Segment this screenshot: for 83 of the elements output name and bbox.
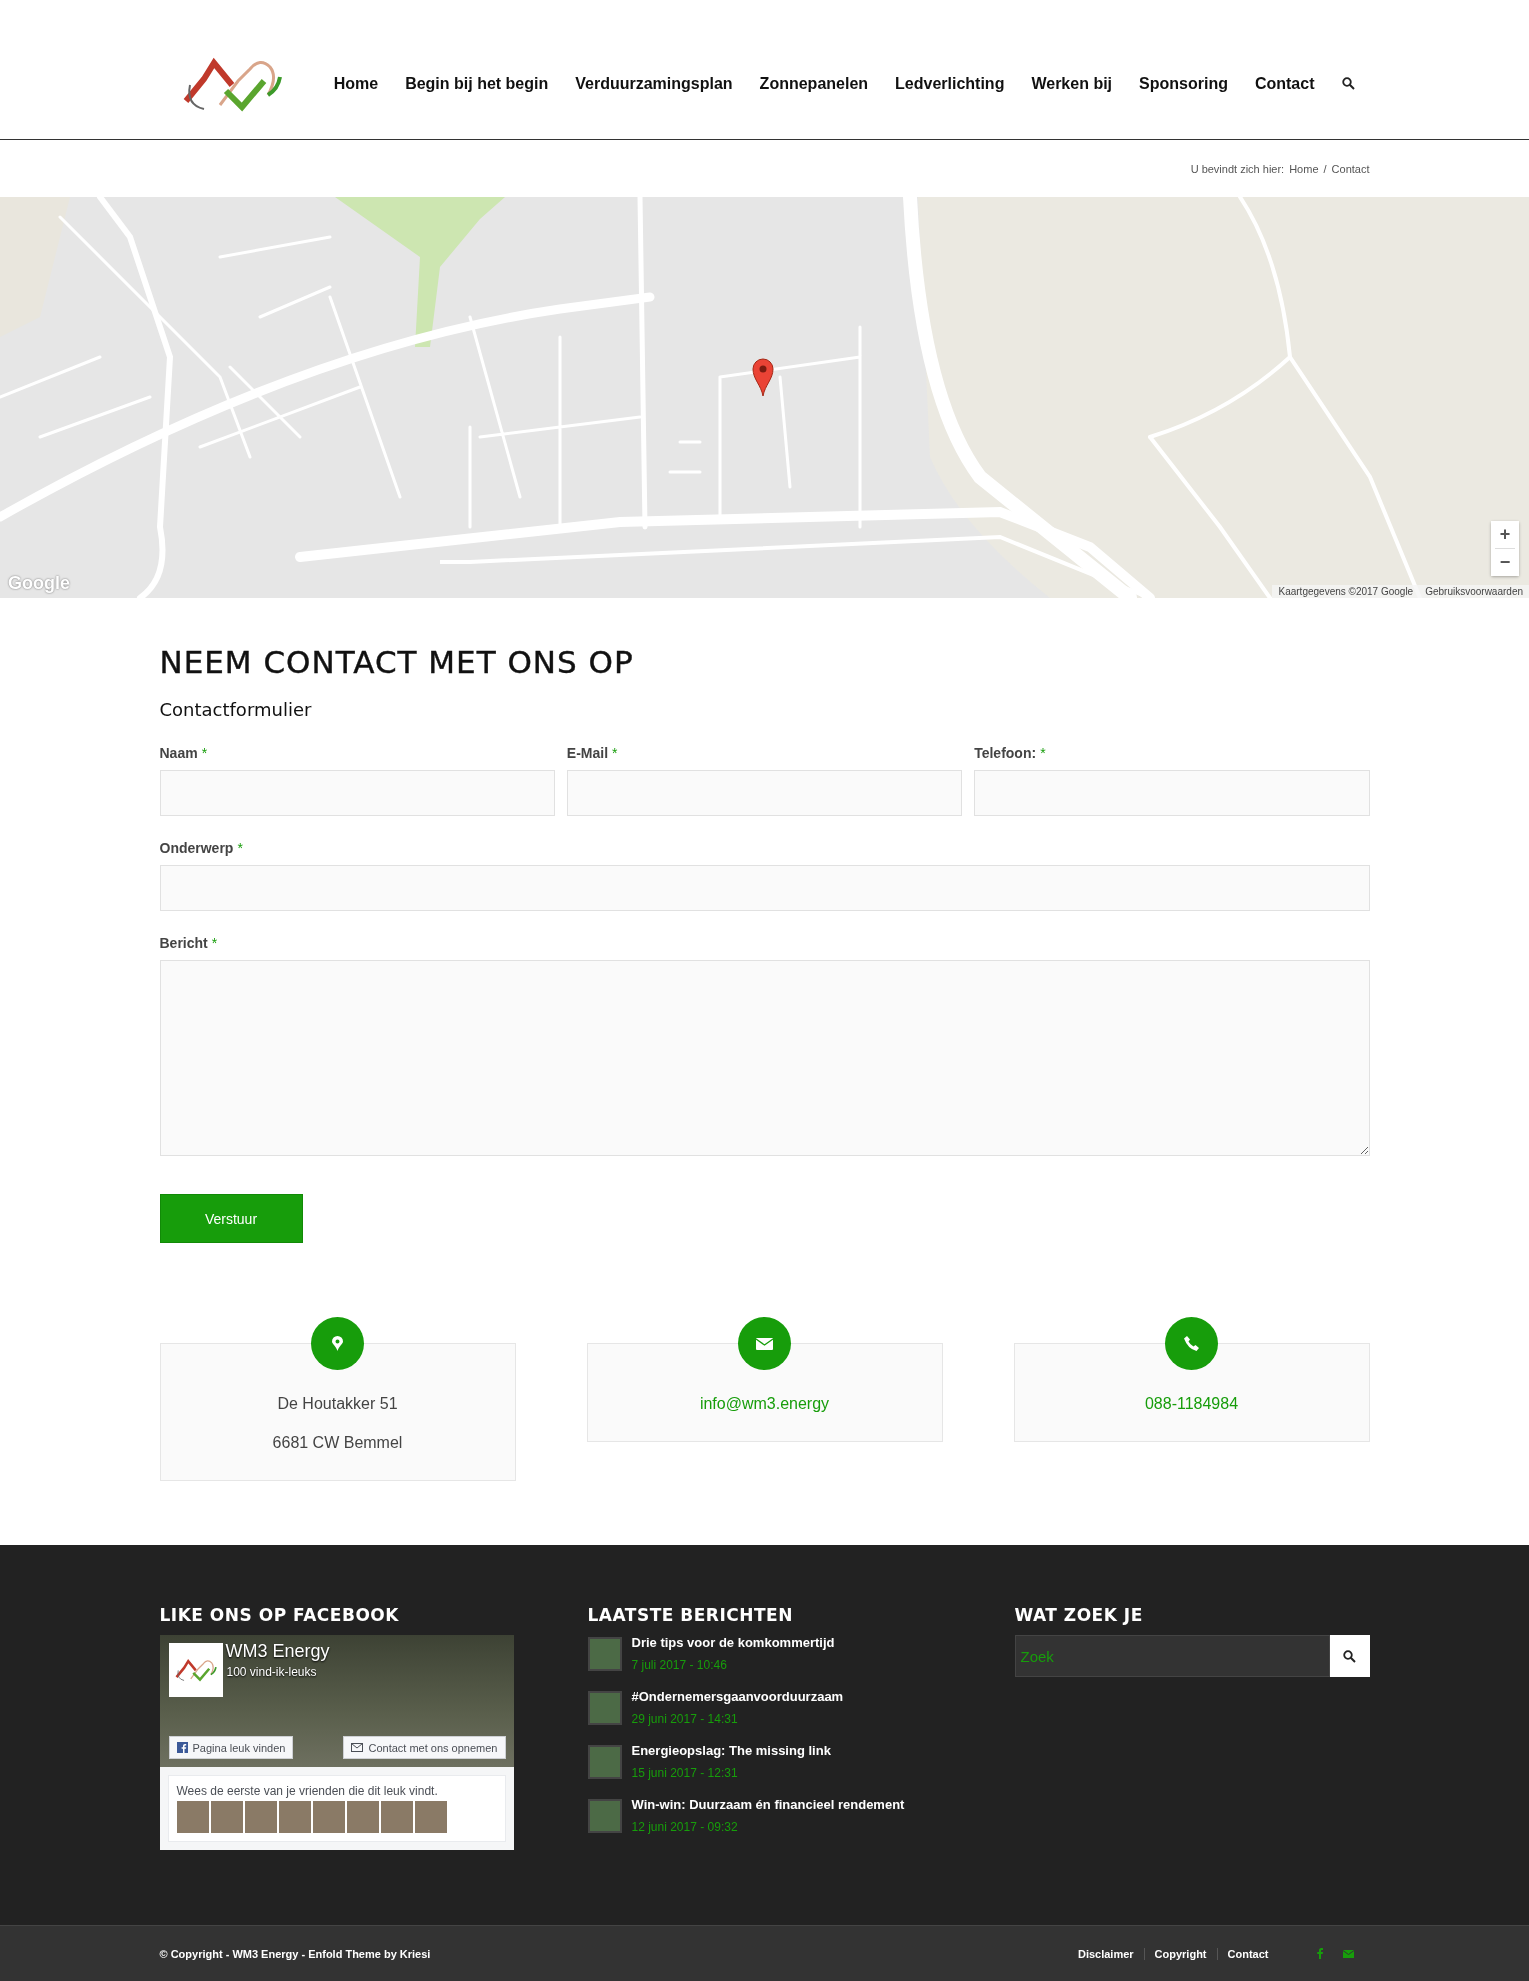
post-thumbnail-placeholder[interactable]	[587, 1799, 622, 1833]
friend-photo-placeholder[interactable]	[312, 1801, 345, 1833]
envelope-icon	[351, 1743, 364, 1752]
phone-icon	[1184, 1336, 1199, 1351]
map-pin-icon	[332, 1336, 343, 1351]
nav-link[interactable]: Sponsoring	[1139, 74, 1228, 93]
post-thumbnail-placeholder[interactable]	[587, 1637, 622, 1671]
logo-icon[interactable]	[173, 1657, 218, 1683]
required-mark: *	[1040, 745, 1046, 761]
map-attribution: Kaartgegevens ©2017 Google	[1278, 586, 1414, 597]
widget-title: WAT ZOEK JE	[1014, 1605, 1144, 1625]
footer-link[interactable]: Disclaimer	[1067, 1947, 1144, 1960]
post-link[interactable]: #Ondernemersgaanvoorduurzaam	[631, 1689, 844, 1704]
address-line: De Houtakker 51	[277, 1394, 398, 1414]
post-date: 12 juni 2017 - 09:32	[631, 1820, 739, 1834]
friend-photo-placeholder[interactable]	[244, 1801, 277, 1833]
field-label: Naam	[159, 745, 198, 761]
friend-photo-placeholder[interactable]	[210, 1801, 243, 1833]
field-label: E-Mail	[566, 745, 609, 761]
post-link[interactable]: Energieopslag: The missing link	[631, 1743, 831, 1758]
widget-title: LIKE ONS OP FACEBOOK	[159, 1605, 400, 1625]
widget-title: LAATSTE BERICHTEN	[587, 1605, 794, 1625]
post-link[interactable]: Win-win: Duurzaam én financieel rendement	[631, 1797, 905, 1812]
facebook-icon[interactable]	[1316, 1948, 1323, 1959]
search-icon[interactable]	[1343, 1649, 1356, 1663]
field-label: Bericht	[159, 935, 208, 951]
nav-link[interactable]: Werken bij	[1031, 74, 1113, 93]
search-button[interactable]	[1329, 1635, 1370, 1677]
nav-link[interactable]: Verduurzamingsplan	[575, 74, 733, 93]
page-name-link[interactable]: WM3 Energy	[225, 1641, 330, 1662]
input-field[interactable]	[159, 865, 1370, 911]
breadcrumb-label: U bevindt zich hier:	[1190, 162, 1285, 175]
nav-link[interactable]: Contact	[1254, 74, 1315, 93]
page-heading: NEEM CONTACT MET ONS OP	[159, 644, 635, 680]
email-link[interactable]: info@wm3.energy	[699, 1384, 830, 1423]
field-label: Telefoon:	[974, 745, 1037, 761]
zoom-out-button[interactable]: −	[1491, 549, 1519, 576]
friend-photo-placeholder[interactable]	[414, 1801, 447, 1833]
nav-link[interactable]: Ledverlichting	[895, 74, 1005, 93]
breadcrumb-link[interactable]: Home	[1289, 162, 1319, 175]
nav-link[interactable]: Home	[333, 74, 379, 93]
footer-link[interactable]: Copyright	[1143, 1947, 1217, 1960]
input-field[interactable]	[566, 770, 963, 816]
submit-button[interactable]: Verstuur	[159, 1194, 303, 1243]
friend-photo-placeholder[interactable]	[176, 1801, 209, 1833]
zoom-in-button[interactable]: +	[1491, 521, 1519, 548]
facebook-icon	[176, 1742, 188, 1753]
envelope-icon	[756, 1337, 773, 1350]
friend-photo-placeholder[interactable]	[278, 1801, 311, 1833]
copyright-text: © Copyright - WM3 Energy - Enfold Theme by Kriesi	[159, 1947, 431, 1960]
required-mark: *	[237, 840, 243, 856]
friend-photo-placeholder[interactable]	[346, 1801, 379, 1833]
map-logo: Google	[8, 573, 70, 594]
nav-link[interactable]: Zonnepanelen	[759, 74, 869, 93]
post-date: 15 juni 2017 - 12:31	[631, 1766, 739, 1780]
breadcrumb-link[interactable]: Contact	[1331, 162, 1370, 175]
footer-link[interactable]: Contact	[1216, 1947, 1279, 1960]
post-thumbnail-placeholder[interactable]	[587, 1691, 622, 1725]
field-label: Onderwerp	[159, 840, 234, 856]
likes-count: 100 vind-ik-leuks	[226, 1665, 317, 1679]
friends-text: Wees de eerste van je vrienden die dit leuk vindt.	[176, 1784, 439, 1798]
required-mark: *	[201, 745, 208, 761]
required-mark: *	[211, 935, 218, 951]
form-title: Contactformulier	[159, 699, 313, 720]
search-icon[interactable]	[1341, 77, 1355, 90]
address-line: 6681 CW Bemmel	[272, 1433, 403, 1453]
envelope-icon[interactable]	[1342, 1949, 1354, 1958]
like-page-button[interactable]: Pagina leuk vinden	[168, 1736, 294, 1759]
contact-button[interactable]: Contact met ons opnemen	[343, 1736, 506, 1759]
search-field[interactable]: Zoek	[1014, 1635, 1330, 1677]
post-link[interactable]: Drie tips voor de komkommertijd	[631, 1635, 835, 1650]
required-mark: *	[612, 745, 618, 761]
terms-link[interactable]: Gebruiksvoorwaarden	[1425, 586, 1523, 597]
post-thumbnail-placeholder[interactable]	[587, 1745, 622, 1779]
friend-photo-placeholder[interactable]	[380, 1801, 413, 1833]
input-field[interactable]	[159, 770, 555, 816]
nav-link[interactable]: Begin bij het begin	[405, 74, 549, 93]
post-date: 7 juli 2017 - 10:46	[631, 1658, 728, 1672]
breadcrumb-separator: /	[1323, 162, 1327, 175]
post-date: 29 juni 2017 - 14:31	[631, 1712, 739, 1726]
input-field[interactable]	[974, 770, 1370, 816]
map-pin-icon[interactable]	[752, 357, 774, 397]
message-field[interactable]	[159, 960, 1370, 1156]
